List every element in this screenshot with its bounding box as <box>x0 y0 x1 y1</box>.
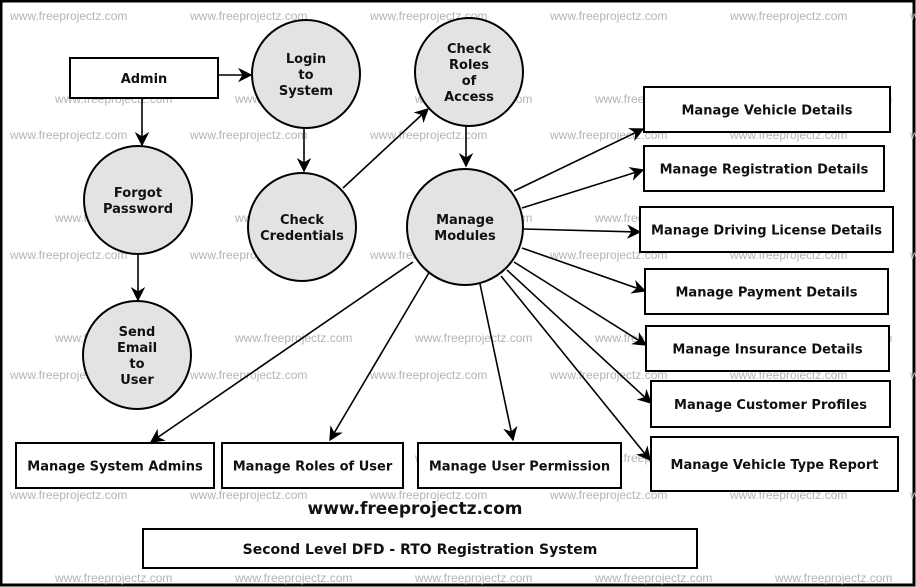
entity-label: Admin <box>121 72 168 87</box>
watermark-text: www.freeprojectz.com <box>189 488 307 502</box>
process-label-line: Check <box>447 42 491 57</box>
watermark-text: www.freeprojectz.com <box>9 248 127 262</box>
entity-label: Manage User Permission <box>429 460 610 475</box>
entity-label: Manage Vehicle Details <box>681 104 852 119</box>
entity-license[interactable]: Manage Driving License Details <box>639 206 894 253</box>
process-checkcred[interactable]: CheckCredentials <box>247 172 357 282</box>
process-label-line: to <box>298 68 313 83</box>
watermark-text: www.freeprojectz.com <box>549 488 667 502</box>
process-label-line: of <box>462 74 477 89</box>
entity-permission[interactable]: Manage User Permission <box>417 442 622 489</box>
entity-label: Manage Driving License Details <box>651 224 882 239</box>
entity-registration[interactable]: Manage Registration Details <box>643 145 885 192</box>
watermark-text: www.freeprojectz.com <box>9 128 127 142</box>
process-label-line: System <box>279 84 333 99</box>
entity-customer[interactable]: Manage Customer Profiles <box>650 380 891 428</box>
process-modules[interactable]: ManageModules <box>406 168 524 286</box>
process-login[interactable]: LogintoSystem <box>251 19 361 129</box>
entity-vtype[interactable]: Manage Vehicle Type Report <box>650 436 899 492</box>
watermark-text: www.freeprojectz.com <box>774 571 892 585</box>
process-label-line: Credentials <box>260 229 344 244</box>
watermark-text: www.freeprojectz.com <box>414 331 532 345</box>
entity-vehicle[interactable]: Manage Vehicle Details <box>643 86 891 133</box>
website-label[interactable]: www.freeprojectz.com <box>308 499 523 519</box>
entity-insurance[interactable]: Manage Insurance Details <box>645 325 890 372</box>
watermark-text: www.freeprojectz.com <box>234 331 352 345</box>
watermark-text: www.freeprojectz.com <box>414 571 532 585</box>
watermark-text: www.freeprojectz.com <box>729 9 847 23</box>
entity-roles[interactable]: Manage Roles of User <box>221 442 404 489</box>
process-label-line: Email <box>117 341 157 356</box>
process-label-line: Check <box>280 213 324 228</box>
diagram-title: Second Level DFD - RTO Registration Syst… <box>243 542 598 558</box>
entity-label: Manage Payment Details <box>675 286 857 301</box>
watermark-text: www.freeprojectz.com <box>369 128 487 142</box>
watermark-text: www.freeprojectz.com <box>9 488 127 502</box>
watermark-text: www.freeprojectz.com <box>909 128 916 142</box>
entity-sysadmins[interactable]: Manage System Admins <box>15 442 215 489</box>
process-label-line: Send <box>119 325 156 340</box>
entity-label: Manage Vehicle Type Report <box>671 458 879 473</box>
process-label-line: Forgot <box>114 186 162 201</box>
watermark-text: www.freeprojectz.com <box>54 571 172 585</box>
watermark-text: www.freeprojectz.com <box>909 368 916 382</box>
watermark-text: www.freeprojectz.com <box>234 571 352 585</box>
watermark-text: www.freeprojectz.com <box>369 368 487 382</box>
entity-label: Manage Insurance Details <box>672 343 862 358</box>
watermark-text: www.freeprojectz.com <box>909 488 916 502</box>
entity-label: Manage Roles of User <box>233 460 393 475</box>
process-label-line: Roles <box>449 58 489 73</box>
watermark-text: www.freeprojectz.com <box>189 128 307 142</box>
watermark-text: www.freeprojectz.com <box>594 571 712 585</box>
entity-label: Manage Registration Details <box>660 163 869 178</box>
watermark-text: www.freeprojectz.com <box>549 9 667 23</box>
entity-admin[interactable]: Admin <box>69 57 219 99</box>
entity-label: Manage System Admins <box>27 460 203 475</box>
process-label-line: Password <box>103 202 173 217</box>
process-label-line: User <box>120 373 154 388</box>
process-forgot[interactable]: ForgotPassword <box>83 145 193 255</box>
watermark-text: www.freeprojectz.com <box>909 248 916 262</box>
process-label-line: Access <box>444 90 494 105</box>
dfd-diagram: www.freeprojectz.com www.freeprojectz.com… <box>0 0 916 587</box>
entity-label: Manage Customer Profiles <box>674 398 867 413</box>
process-checkroles[interactable]: CheckRolesofAccess <box>414 17 524 127</box>
watermark-text: www.freeprojectz.com <box>189 9 307 23</box>
process-sendemail[interactable]: SendEmailtoUser <box>82 300 192 410</box>
process-label-line: to <box>129 357 144 372</box>
watermark-text: www.freeprojectz.com <box>9 9 127 23</box>
watermark-text: www.freeprojectz.com <box>909 9 916 23</box>
process-label-line: Modules <box>434 229 496 244</box>
entity-payment[interactable]: Manage Payment Details <box>644 268 889 315</box>
process-label-line: Manage <box>436 213 494 228</box>
process-label-line: Login <box>286 52 326 67</box>
